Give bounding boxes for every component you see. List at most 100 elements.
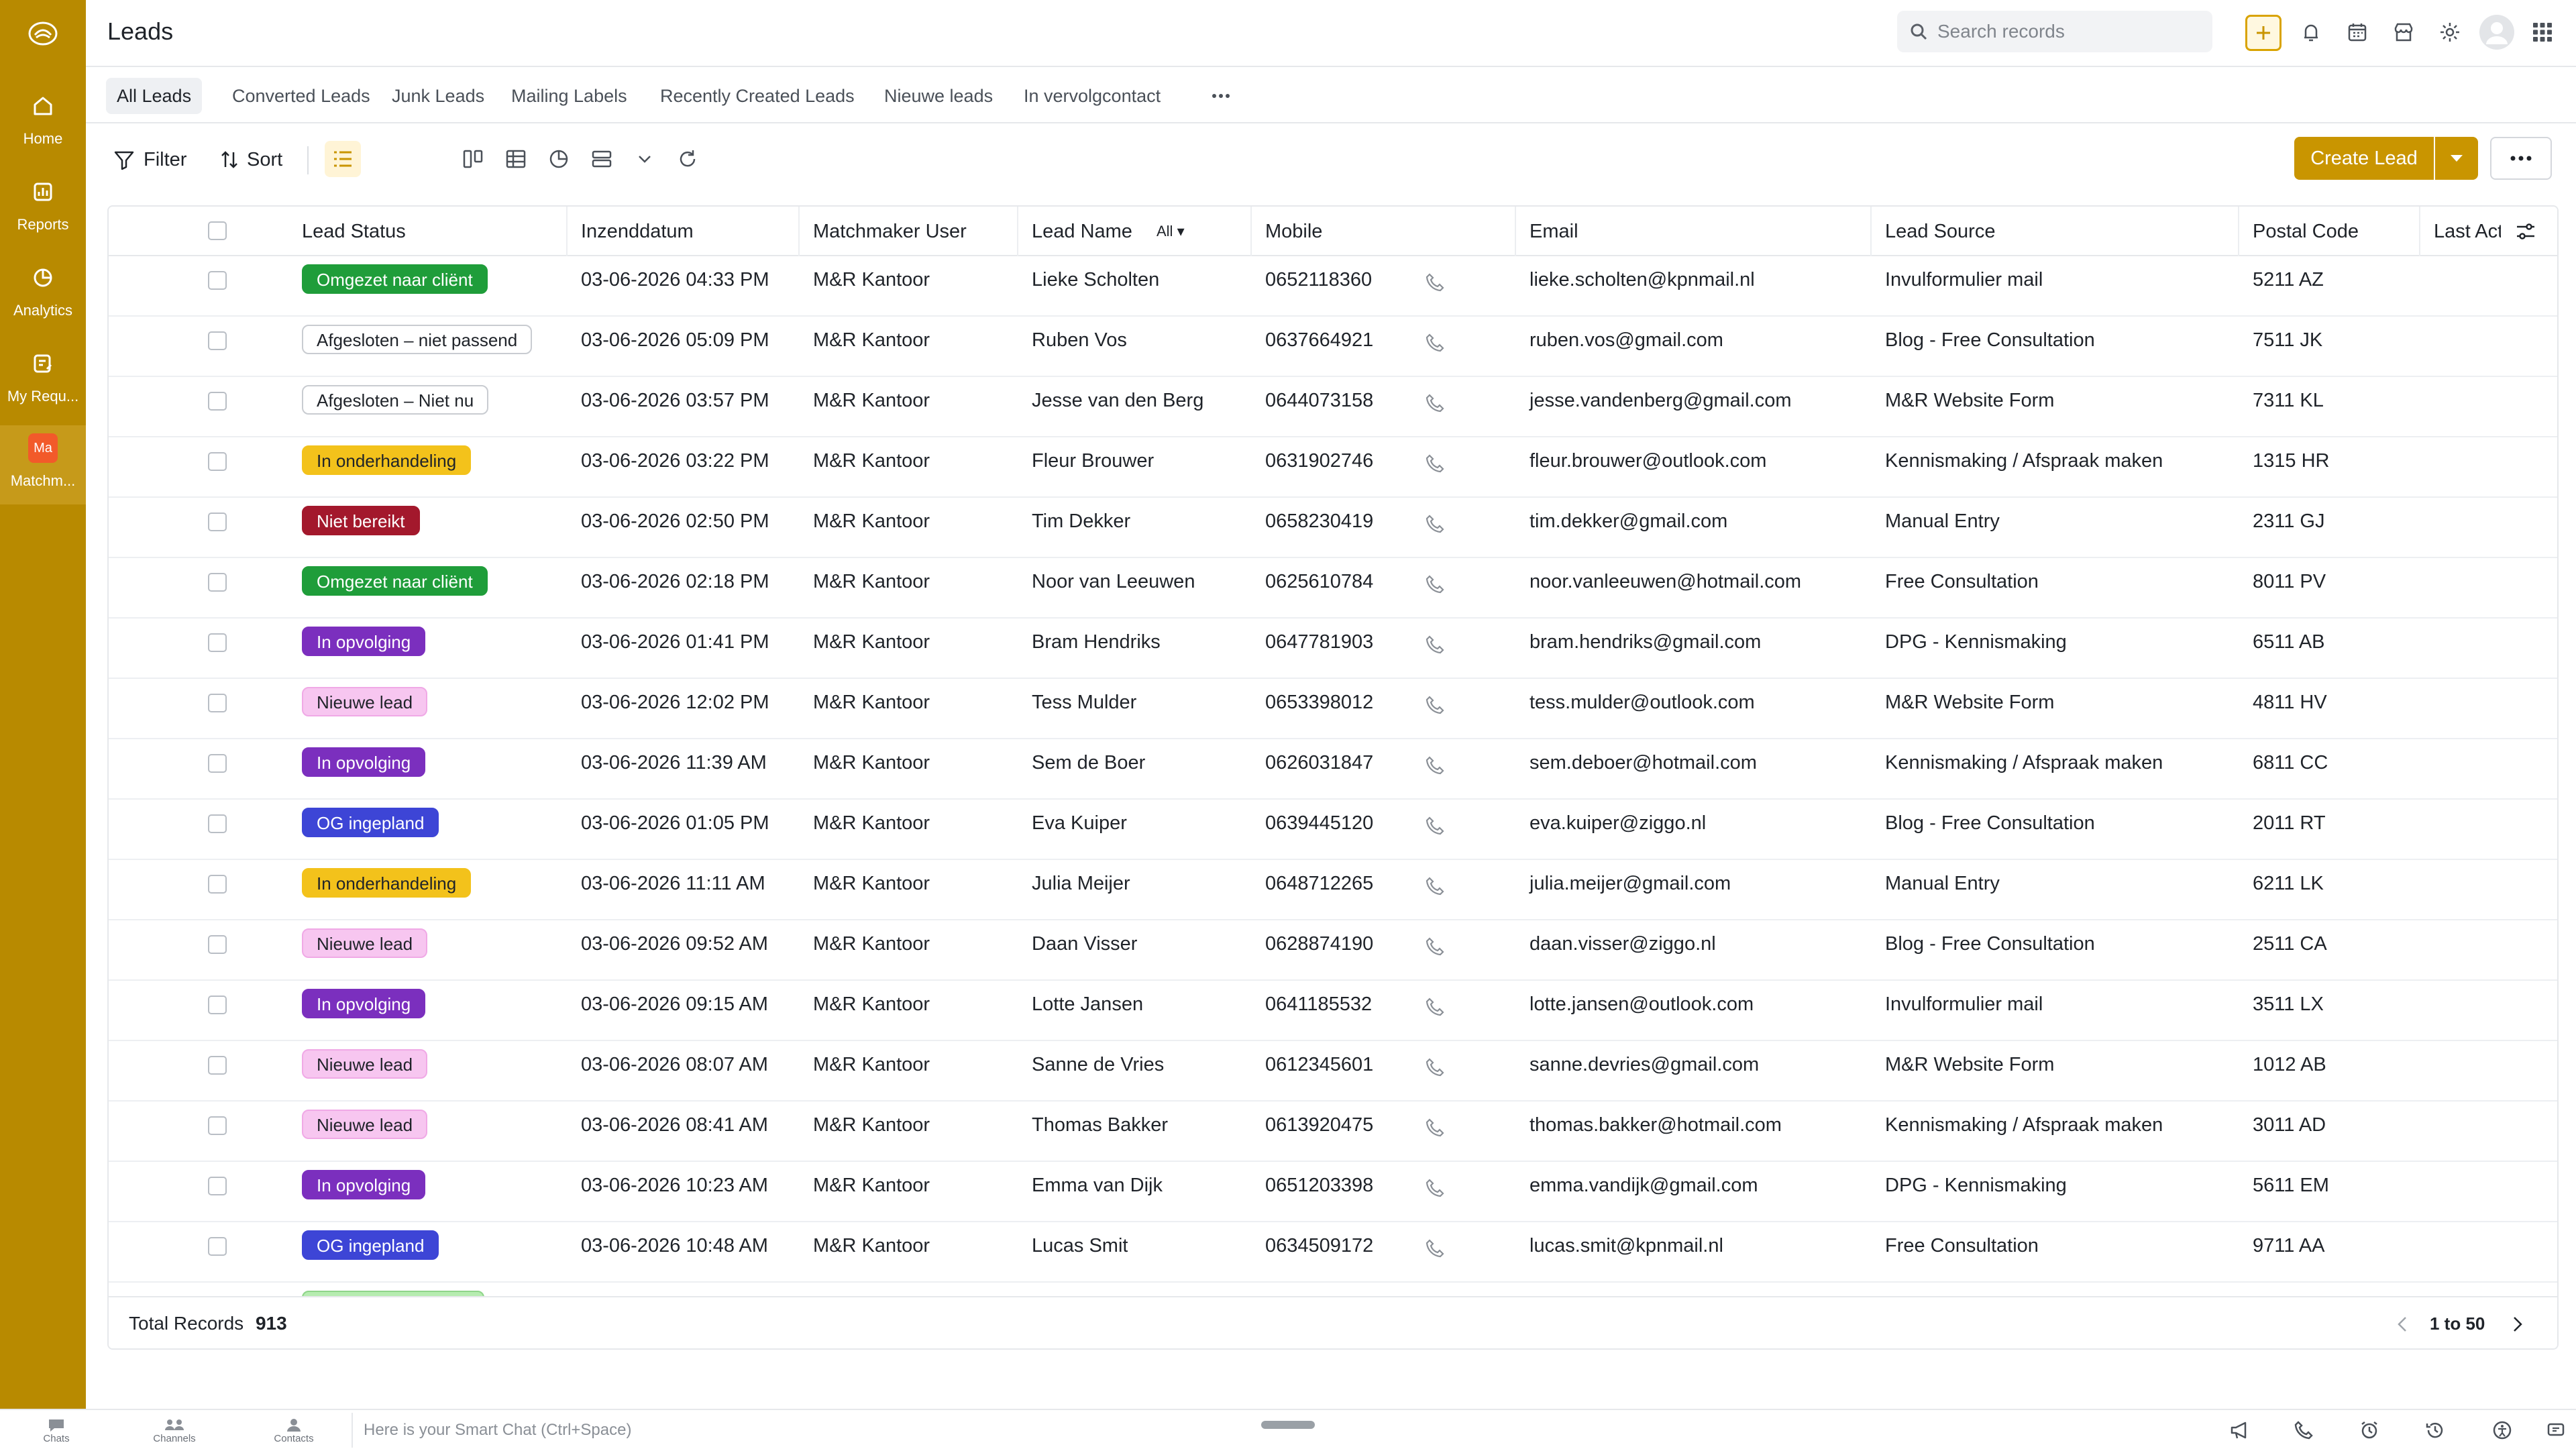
table-row[interactable]: Nieuwe lead 03-06-2026 08:07 AM M&R Kantoo… [109,1041,2557,1102]
drag-handle[interactable] [1261,1421,1315,1429]
cell-name[interactable]: Julia Meijer [1018,860,1130,920]
notifications-button[interactable] [2295,16,2327,48]
status-badge[interactable]: In onderhandeling [302,445,472,475]
column-header-email[interactable]: Email [1516,207,1872,256]
cell-email[interactable]: sem.deboer@hotmail.com [1516,739,1757,800]
cell-name[interactable]: Fleur Brouwer [1018,437,1154,498]
column-header-lead-name[interactable]: Lead Name All ▾ [1018,207,1252,256]
cell-name[interactable]: Sanne de Vries [1018,1041,1164,1102]
phone-icon[interactable] [1424,573,1446,596]
previous-page-button[interactable] [2390,1311,2416,1338]
status-badge[interactable]: In onderhandeling [302,868,472,898]
phone-icon[interactable] [1424,452,1446,475]
phone-icon[interactable] [1424,331,1446,354]
cell-name[interactable]: Lotte Jansen [1018,981,1143,1041]
cell-email[interactable]: tess.mulder@outlook.com [1516,679,1755,739]
recent-items-button[interactable] [2419,1414,2451,1446]
bottom-item-chats[interactable]: Chats [16,1410,97,1449]
table-row[interactable]: Afgesloten – Niet nu 03-06-2026 03:57 PM M… [109,377,2557,437]
row-checkbox[interactable] [208,1116,227,1135]
cell-name[interactable]: Thomas Bakker [1018,1102,1168,1162]
phone-icon[interactable] [1424,392,1446,415]
status-badge[interactable]: In opvolging [302,989,426,1018]
column-header-postal-code[interactable]: Postal Code [2239,207,2420,256]
bottom-item-contacts[interactable]: Contacts [254,1410,334,1449]
cell-email[interactable]: lieke.scholten@kpnmail.nl [1516,256,1755,317]
tab-mailing-labels[interactable]: Mailing Labels [500,78,638,114]
search-box[interactable] [1897,11,2212,52]
refresh-button[interactable] [669,141,706,177]
row-checkbox[interactable] [208,935,227,954]
feedback-button[interactable] [2540,1414,2572,1446]
table-row[interactable]: OG ingepland 03-06-2026 10:48 AM M&R Kanto… [109,1222,2557,1283]
calendar-button[interactable] [2341,16,2373,48]
sidebar-item-home[interactable]: Home [0,83,86,162]
cell-email[interactable]: eva.kuiper@ziggo.nl [1516,800,1706,860]
chart-view-button[interactable] [541,141,577,177]
tab-all-leads[interactable]: All Leads [106,78,203,114]
status-badge[interactable]: Afgesloten – Niet nu [302,385,489,415]
phone-icon[interactable] [1424,935,1446,958]
table-row[interactable]: OG ingepland 03-06-2026 01:05 PM M&R Kanto… [109,800,2557,860]
row-checkbox[interactable] [208,996,227,1014]
settings-button[interactable] [2434,16,2466,48]
select-all-checkbox[interactable] [208,221,227,240]
filter-button[interactable]: Filter [113,141,186,178]
phone-icon[interactable] [1424,814,1446,837]
more-tabs-button[interactable] [1199,78,1242,114]
tab-junk-leads[interactable]: Junk Leads [381,78,495,114]
cell-email[interactable]: fleur.brouwer@outlook.com [1516,437,1766,498]
phone-icon[interactable] [1424,1237,1446,1260]
cell-email[interactable]: thomas.bakker@hotmail.com [1516,1102,1782,1162]
table-row[interactable]: In onderhandeling 03-06-2026 11:11 AM M&R … [109,860,2557,920]
accessibility-button[interactable] [2486,1414,2518,1446]
row-checkbox[interactable] [208,814,227,833]
next-page-button[interactable] [2504,1311,2530,1338]
row-checkbox[interactable] [208,573,227,592]
cell-email[interactable]: noor.vanleeuwen@hotmail.com [1516,558,1801,619]
phone-icon[interactable] [1424,513,1446,535]
cell-name[interactable]: Lieke Scholten [1018,256,1159,317]
row-checkbox[interactable] [208,513,227,531]
row-checkbox[interactable] [208,1177,227,1195]
row-checkbox[interactable] [208,452,227,471]
tab-in-vervolgcontact[interactable]: In vervolgcontact [1013,78,1171,114]
phone-icon[interactable] [1424,754,1446,777]
status-badge[interactable]: Niet bereikt [302,506,420,535]
cell-name[interactable]: Lucas Smit [1018,1222,1128,1283]
table-row[interactable]: In opvolging 03-06-2026 11:39 AM M&R Kanto… [109,739,2557,800]
table-row[interactable]: Omgezet naar cliënt 03-06-2026 02:18 PM M&… [109,558,2557,619]
status-badge[interactable]: Omgezet naar cliënt [302,264,488,294]
cell-name[interactable]: Tim Dekker [1018,498,1130,558]
sidebar-item-analytics[interactable]: Analytics [0,255,86,334]
list-view-button[interactable] [325,141,361,177]
kanban-view-button[interactable] [455,141,491,177]
status-badge[interactable]: In opvolging [302,747,426,777]
cell-name[interactable]: Bram Hendriks [1018,619,1161,679]
row-checkbox[interactable] [208,754,227,773]
more-actions-button[interactable] [2490,137,2552,180]
status-badge[interactable]: In opvolging [302,1170,426,1199]
status-badge[interactable]: Nieuwe lead [302,928,428,958]
callbacks-button[interactable] [2288,1414,2320,1446]
tab-nieuwe-leads[interactable]: Nieuwe leads [873,78,1004,114]
table-row[interactable]: Afgesloten – niet passend 03-06-2026 05:0… [109,317,2557,377]
phone-icon[interactable] [1424,271,1446,294]
announcements-button[interactable] [2224,1414,2257,1446]
table-row[interactable]: In onderhandeling 03-06-2026 03:22 PM M&R … [109,437,2557,498]
quick-create-button[interactable] [2245,15,2282,51]
row-checkbox[interactable] [208,875,227,894]
sidebar-item-matchmaker[interactable]: Ma Matchm... [0,425,86,504]
row-checkbox[interactable] [208,331,227,350]
lead-name-filter[interactable]: All ▾ [1157,207,1185,256]
column-header-matchmaker-user[interactable]: Matchmaker User [800,207,1018,256]
search-input[interactable] [1937,21,2206,42]
avatar[interactable] [2478,13,2516,51]
cell-email[interactable]: julia.meijer@gmail.com [1516,860,1731,920]
sidebar-item-my-requests[interactable]: My Requ... [0,341,86,420]
column-settings-button[interactable] [2514,220,2544,243]
status-badge[interactable]: Nieuwe lead [302,687,428,716]
cell-email[interactable]: emma.vandijk@gmail.com [1516,1162,1758,1222]
column-header-inzenddatum[interactable]: Inzenddatum [568,207,800,256]
smart-chat-input[interactable]: Here is your Smart Chat (Ctrl+Space) [352,1413,2230,1448]
